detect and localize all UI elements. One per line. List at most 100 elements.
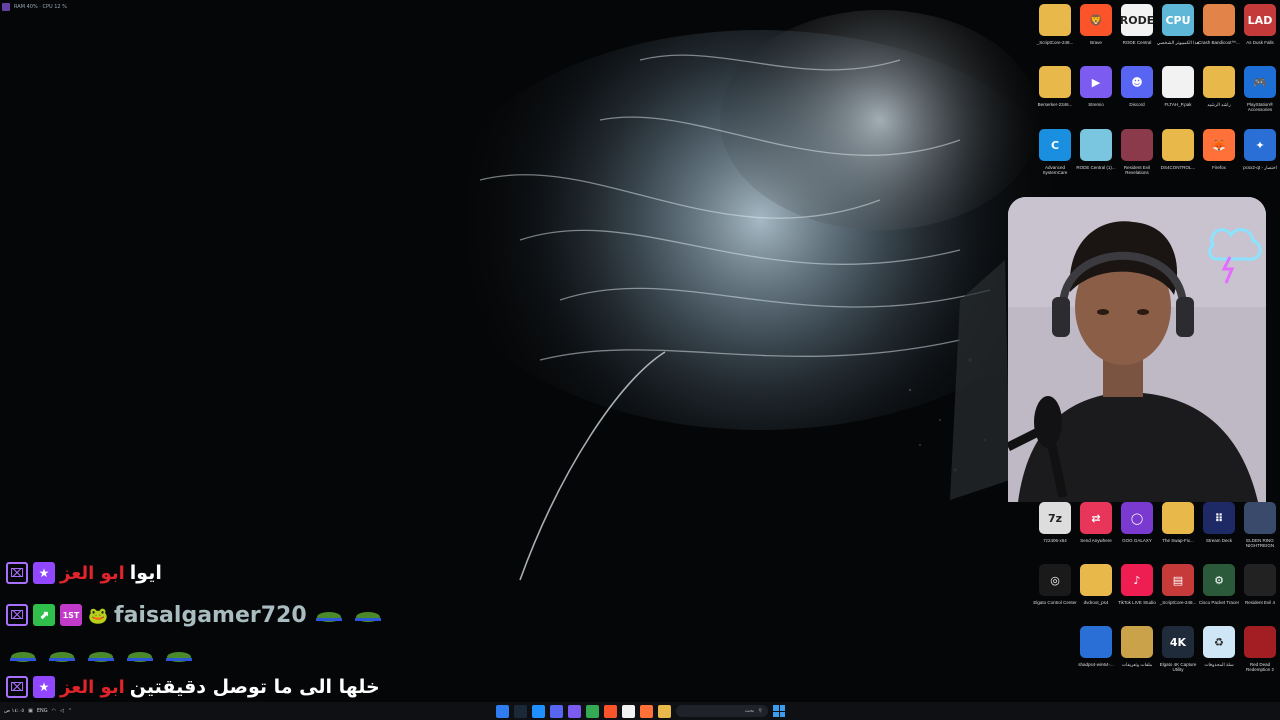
frog-emote-icon — [49, 652, 75, 662]
taskbar-app-discord[interactable] — [550, 704, 563, 718]
stremio-icon: ▶ — [1080, 66, 1112, 98]
desktop-icon-label: Elgato Control Center — [1033, 600, 1077, 605]
brave-icon: 🦁 — [1080, 4, 1112, 36]
streamer-webcam-image — [1008, 197, 1266, 502]
desktop-icon-label: Crash Bandicoot™... — [1198, 40, 1240, 45]
desktop-icon-win7[interactable]: 7z 7z2406-x64 — [1034, 498, 1076, 560]
desktop-icon-label: سلة المحذوفات — [1204, 662, 1234, 667]
desktop-icon-psacc[interactable]: 🎮 PlayStation® Accessories — [1239, 62, 1280, 124]
desktop-icon-resevil[interactable]: Resident Evil Revelations — [1116, 125, 1158, 187]
desktop-icon-scriptcore2[interactable]: ▤ _ScriptCore-248... — [1157, 560, 1199, 622]
desktop-icon-malfat[interactable]: ملفات وتعريفات — [1116, 622, 1158, 684]
frog-emote-icon — [315, 612, 342, 622]
taskbar-app-files[interactable] — [658, 704, 671, 718]
desktop-icon-rodecentral2[interactable]: RODE Central (1)... — [1075, 125, 1117, 187]
desktop-icon-berserker[interactable]: Berserker-2346... — [1034, 62, 1076, 124]
taskbar: ١٤:٠٥ ص ▣ ENG ◠ ◁ ⌃ بحث ⚲ — [0, 702, 1280, 720]
asdusk-icon: LAD — [1244, 4, 1276, 36]
desktop-icon-label: Resident Evil 4 — [1244, 600, 1275, 605]
desktop-icon-tiktok[interactable]: ♪ TikTok LIVE Studio — [1116, 560, 1158, 622]
desktop-icon-label: Stremio — [1088, 102, 1104, 107]
desktop-icon-streamdeck[interactable]: ⠿ Stream Deck — [1198, 498, 1240, 560]
frog-emote-icon — [88, 652, 114, 662]
desktop-icon-fix[interactable]: The Swap-Fix... — [1157, 498, 1199, 560]
rodecentral2-icon — [1080, 129, 1112, 161]
frog-emote-icon — [354, 612, 381, 622]
desktop-icon-elgato4k[interactable]: 4K Elgato 4K Capture Utility — [1157, 622, 1199, 684]
scriptcore2-icon: ▤ — [1162, 564, 1194, 596]
desktop-icon-thispc[interactable]: CPU هذا الكمبيوتر الشخصي — [1157, 0, 1199, 62]
thispc-icon: CPU — [1162, 4, 1194, 36]
desktop-icon-eldenring[interactable]: ELDEN RING NIGHTREIGN — [1239, 498, 1280, 560]
chat-username: ابو العز — [60, 676, 125, 698]
shadps4-icon — [1080, 626, 1112, 658]
fltah-icon — [1162, 66, 1194, 98]
desktop-icon-discord[interactable]: ☻ Discord — [1116, 62, 1158, 124]
taskbar-app-brave[interactable] — [604, 704, 617, 718]
desktop-icon-shadps4[interactable]: shadps4-win64-... — [1075, 622, 1117, 684]
desktop-icon-label: The Swap-Fix... — [1162, 538, 1194, 543]
taskbar-app-notes[interactable] — [622, 704, 635, 718]
windows-start-icon[interactable] — [773, 705, 785, 717]
twitch-badge-icon: ⌧ — [6, 676, 28, 698]
taskbar-app-chrome[interactable] — [586, 704, 599, 718]
resevil-icon — [1121, 129, 1153, 161]
desktop-icon-rashed[interactable]: راشد الرشيد — [1198, 62, 1240, 124]
rdr2-icon — [1244, 626, 1276, 658]
desktop-icon-scriptcore[interactable]: _ScriptCore-248... — [1034, 0, 1076, 62]
desktop-icon-goggalaxy[interactable]: ◯ GOG GALAXY — [1116, 498, 1158, 560]
desktop-icon-label: GOG GALAXY — [1122, 538, 1152, 543]
taskbar-app-stremio[interactable] — [568, 704, 581, 718]
desktop-icon-firefox[interactable]: 🦊 Firefox — [1198, 125, 1240, 187]
fix-icon — [1162, 502, 1194, 534]
language-indicator[interactable]: ENG — [37, 708, 48, 714]
search-placeholder: بحث — [744, 708, 755, 714]
taskbar-app-edge[interactable] — [496, 704, 509, 718]
desktop-icon-label: PlayStation® Accessories — [1246, 102, 1274, 112]
taskbar-app-explorer[interactable] — [532, 704, 545, 718]
desktop-icon-label: Brave — [1090, 40, 1102, 45]
taskbar-app-firefox[interactable] — [640, 704, 653, 718]
desktop-icon-elgato[interactable]: ◎ Elgato Control Center — [1033, 560, 1077, 622]
desktop-icon-label: Resident Evil Revelations — [1123, 165, 1151, 175]
desktop-icon-sendanywhere[interactable]: ⇄ Send Anywhere — [1075, 498, 1117, 560]
desktop-icon-ds4[interactable]: DS4CONTROL... — [1157, 125, 1199, 187]
desktop-icon-recycle[interactable]: ♻ سلة المحذوفات — [1198, 622, 1240, 684]
desktop-icon-cisco[interactable]: ⚙ Cisco Packet Tracer — [1198, 560, 1240, 622]
notification-icon[interactable]: ▣ — [28, 708, 33, 714]
goggalaxy-icon: ◯ — [1121, 502, 1153, 534]
taskbar-search[interactable]: بحث ⚲ — [676, 705, 768, 717]
desktop-icon-label: Elgato 4K Capture Utility — [1159, 662, 1197, 672]
desktop-icon-crash[interactable]: Crash Bandicoot™... — [1198, 0, 1240, 62]
desktop-icon-label: هذا الكمبيوتر الشخصي — [1156, 40, 1200, 45]
desktop-icon-pcsx2[interactable]: ✦ pcsx2-qt - اختصار — [1239, 125, 1280, 187]
frog-emote-icon — [10, 652, 36, 662]
desktop-icon-rode[interactable]: RODE RODE Central — [1116, 0, 1158, 62]
webcam-overlay — [1008, 197, 1266, 502]
elgato4k-icon: 4K — [1162, 626, 1194, 658]
streamdeck-icon: ⠿ — [1203, 502, 1235, 534]
desktop-icon-brave[interactable]: 🦁 Brave — [1075, 0, 1117, 62]
wifi-icon[interactable]: ◠ — [52, 708, 56, 714]
desktop-icon-label: RODE Central — [1122, 40, 1152, 45]
firefox-icon: 🦊 — [1203, 129, 1235, 161]
desktop-icon-stremio[interactable]: ▶ Stremio — [1075, 62, 1117, 124]
desktop-icon-re4[interactable]: Resident Evil 4 — [1239, 560, 1280, 622]
desktop-icon-advsys[interactable]: C Advanced SystemCare — [1034, 125, 1076, 187]
volume-icon[interactable]: ◁ — [60, 708, 64, 714]
desktop-icon-rdr2[interactable]: Red Dead Redemption 2 — [1239, 622, 1280, 684]
desktop-icon-fltah[interactable]: FLTAH_P.pak — [1157, 62, 1199, 124]
chevron-up-icon[interactable]: ⌃ — [68, 708, 72, 714]
clock[interactable]: ١٤:٠٥ ص — [4, 708, 24, 714]
berserker-icon — [1039, 66, 1071, 98]
taskbar-app-steam[interactable] — [514, 704, 527, 718]
rashed-icon — [1203, 66, 1235, 98]
desktop-icon-dvdroot[interactable]: dvdroot_ps4 — [1075, 560, 1117, 622]
performance-stats-text: RAM 40% · CPU 12 % — [14, 4, 67, 10]
dvdroot-icon — [1080, 564, 1112, 596]
frog-badge-icon: 🐸 — [88, 605, 108, 625]
desktop-icon-asdusk[interactable]: LAD As Dusk Falls — [1239, 0, 1280, 62]
pcsx2-icon: ✦ — [1244, 129, 1276, 161]
desktop-icon-label: Advanced SystemCare — [1042, 165, 1068, 175]
desktop-icon-label: Send Anywhere — [1080, 538, 1112, 543]
